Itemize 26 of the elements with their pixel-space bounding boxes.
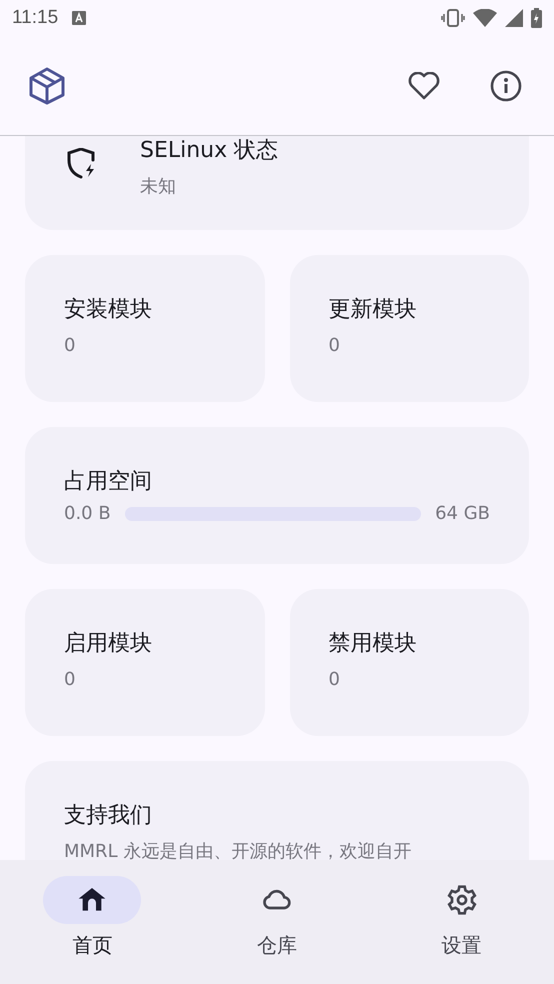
card-value: 0 bbox=[64, 334, 76, 358]
vibrate-icon bbox=[441, 9, 465, 27]
gear-icon bbox=[446, 884, 478, 916]
wifi-icon bbox=[473, 9, 497, 27]
cube-logo-icon bbox=[28, 66, 66, 104]
card-title: 禁用模块 bbox=[328, 630, 418, 658]
card-value: 0 bbox=[328, 334, 341, 358]
card-title: 更新模块 bbox=[328, 296, 418, 324]
card-title: 安装模块 bbox=[64, 296, 153, 324]
nav-tab[interactable]: 设置 bbox=[369, 860, 554, 984]
card-value: 0 bbox=[64, 668, 76, 692]
clock: 11:15 bbox=[12, 7, 58, 29]
signal-icon bbox=[505, 9, 523, 27]
card-text: MMRL 永远是自由、开源的软件，欢迎自开 bbox=[64, 840, 412, 860]
card-title: 占用空间 bbox=[64, 468, 153, 496]
nav-tab[interactable]: 仓库 bbox=[184, 860, 370, 984]
card-title: 启用模块 bbox=[64, 630, 153, 658]
battery-icon bbox=[531, 8, 542, 28]
card-title: 支持我们 bbox=[64, 802, 153, 830]
used-space-label: 0.0 B bbox=[64, 503, 111, 524]
card-title: SELinux 状态 bbox=[140, 137, 278, 165]
card-value: 0 bbox=[328, 668, 341, 692]
card-value: 未知 bbox=[140, 175, 177, 199]
total-space-label: 64 GB bbox=[435, 503, 490, 524]
keyboard-notification-icon bbox=[72, 11, 86, 25]
nav-tab[interactable]: 首页 bbox=[0, 860, 185, 984]
